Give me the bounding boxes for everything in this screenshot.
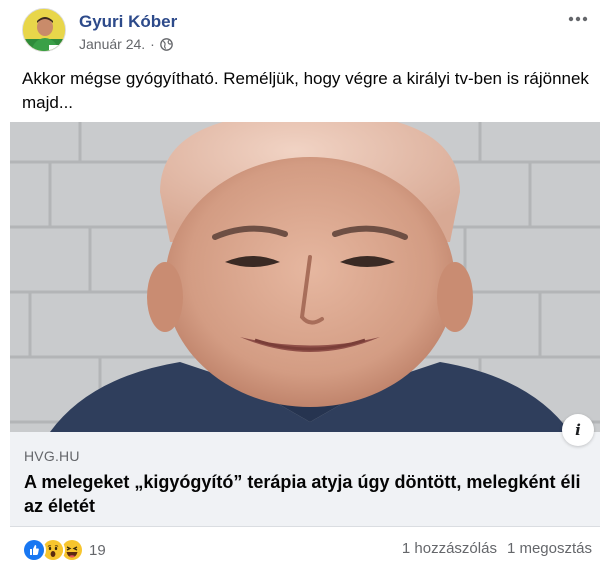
link-title[interactable]: A melegeket „kigyógyító” terápia atyja ú…: [24, 470, 584, 518]
reactions-summary[interactable]: 19: [22, 538, 106, 562]
link-meta[interactable]: HVG.HU A melegeket „kigyógyító” terápia …: [10, 432, 600, 527]
shares-count[interactable]: 1 megosztás: [507, 540, 592, 557]
author-avatar[interactable]: [22, 8, 66, 52]
like-icon: [22, 538, 46, 562]
more-options-button[interactable]: [564, 8, 592, 30]
reaction-count: 19: [89, 541, 106, 559]
post-date[interactable]: Január 24.: [79, 36, 145, 52]
info-icon: i: [575, 421, 581, 439]
globe-icon: [160, 37, 173, 51]
author-name[interactable]: Gyuri Kóber: [79, 12, 177, 32]
more-options-icon: [568, 16, 588, 22]
link-domain: HVG.HU: [24, 448, 80, 464]
engagement-stats: 1 hozzászólás 1 megosztás: [402, 540, 592, 557]
post-header: Gyuri Kóber Január 24. ·: [0, 0, 600, 62]
comments-count[interactable]: 1 hozzászólás: [402, 540, 497, 557]
post-footer: 19 1 hozzászólás 1 megosztás: [0, 534, 600, 564]
post-meta: Január 24. ·: [79, 36, 173, 52]
link-preview-image[interactable]: [10, 122, 600, 432]
meta-separator: ·: [150, 36, 155, 52]
post-text: Akkor mégse gyógyítható. Reméljük, hogy …: [22, 69, 589, 112]
link-preview-card[interactable]: HVG.HU A melegeket „kigyógyító” terápia …: [10, 122, 600, 527]
info-button[interactable]: i: [562, 414, 594, 446]
